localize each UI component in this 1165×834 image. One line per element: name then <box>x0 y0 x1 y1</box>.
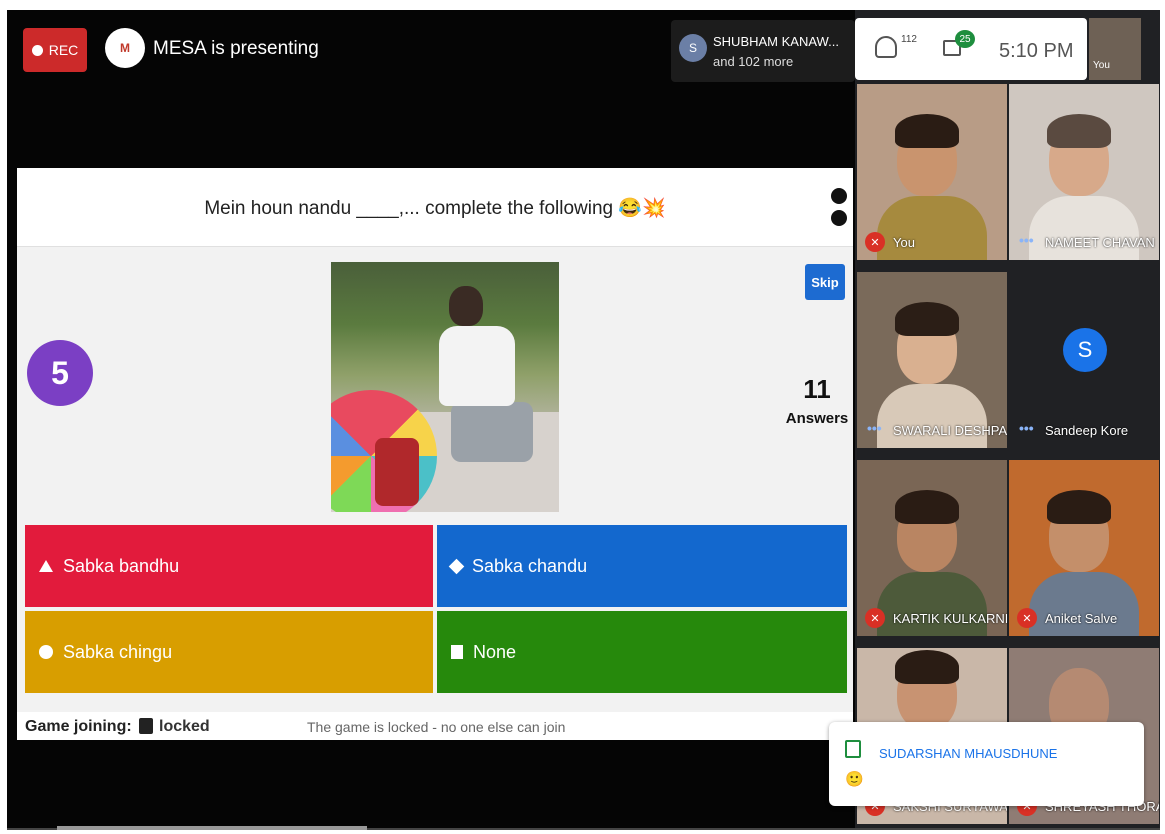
viewer-more: and 102 more <box>713 54 794 69</box>
game-footer: Game joining: locked The game is locked … <box>17 712 853 740</box>
rec-label: REC <box>48 42 79 58</box>
record-dot-icon <box>31 44 43 56</box>
participant-body <box>877 572 987 636</box>
image-person-head <box>449 286 483 326</box>
lock-icon <box>139 718 153 734</box>
answer-option-triangle[interactable]: Sabka bandhu <box>25 525 433 607</box>
chat-sender-name: SUDARSHAN MHAUSDHUNE <box>879 746 1058 761</box>
participant-hair <box>1047 114 1111 148</box>
participant-body <box>877 384 987 448</box>
menu-dot-icon[interactable] <box>831 210 847 226</box>
answer-label: None <box>473 641 517 662</box>
participant-tile[interactable]: ✕ You <box>857 84 1007 260</box>
self-view-label: You <box>1093 60 1110 71</box>
participant-body <box>1029 572 1139 636</box>
meet-window: REC M MESA is presenting S SHUBHAM KANAW… <box>7 10 1160 830</box>
image-bag <box>375 438 419 506</box>
answers-count: 11 <box>803 374 831 404</box>
answer-option-square[interactable]: None <box>437 611 847 693</box>
answer-label: Sabka bandhu <box>63 555 180 576</box>
participant-body <box>1029 196 1139 260</box>
question-image <box>331 262 559 512</box>
participant-name: KARTIK KULKARNI <box>893 611 1007 626</box>
participant-hair <box>895 114 959 148</box>
presenter-avatar: M <box>105 28 145 68</box>
participant-tile[interactable]: ••• NAMEET CHAVAN <box>1009 84 1159 260</box>
participant-avatar: S <box>1063 328 1107 372</box>
more-options-icon: ••• <box>1019 420 1034 436</box>
participant-tile[interactable]: S ••• Sandeep Kore <box>1009 272 1159 448</box>
presentation-area: REC M MESA is presenting S SHUBHAM KANAW… <box>7 10 855 830</box>
mic-off-icon: ✕ <box>865 608 885 628</box>
answer-option-circle[interactable]: Sabka chingu <box>25 611 433 693</box>
participant-name: Sandeep Kore <box>1045 423 1129 438</box>
circle-icon <box>39 645 53 659</box>
status-bar: 112 25 5:10 PM <box>855 18 1087 80</box>
presenting-label: MESA is presenting <box>153 38 319 59</box>
square-icon <box>451 645 463 659</box>
participant-hair <box>895 302 959 336</box>
people-icon[interactable] <box>875 36 897 58</box>
viewer-avatar: S <box>679 34 707 62</box>
answers-label: Answers <box>785 410 849 427</box>
question-text: Mein houn nandu ____,... complete the fo… <box>204 198 666 219</box>
triangle-icon <box>39 560 53 572</box>
participant-name: NAMEET CHAVAN <box>1045 235 1155 250</box>
answer-label: Sabka chingu <box>63 641 173 662</box>
participant-name: Aniket Salve <box>1045 611 1118 626</box>
answer-option-diamond[interactable]: Sabka chandu <box>437 525 847 607</box>
image-person-shirt <box>439 326 515 406</box>
participant-hair <box>895 650 959 684</box>
participant-name: You <box>893 235 915 250</box>
locked-status: locked <box>159 718 210 735</box>
question-bar: Mein houn nandu ____,... complete the fo… <box>17 168 853 247</box>
chat-icon <box>845 740 861 758</box>
countdown-timer: 5 <box>27 340 93 406</box>
diamond-icon <box>448 558 465 574</box>
mic-off-icon: ✕ <box>1017 608 1037 628</box>
participant-body <box>877 196 987 260</box>
viewers-pill[interactable]: S SHUBHAM KANAW... and 102 more <box>671 20 855 82</box>
participant-tile[interactable]: ✕ KARTIK KULKARNI <box>857 460 1007 636</box>
more-options-icon: ••• <box>1019 232 1034 248</box>
clock-time: 5:10 PM <box>999 40 1074 62</box>
chat-message: 🙂 <box>845 771 864 788</box>
participant-tile[interactable]: ✕ Aniket Salve <box>1009 460 1159 636</box>
chat-notification[interactable]: SUDARSHAN MHAUSDHUNE 🙂 <box>829 722 1144 806</box>
more-options-icon: ••• <box>867 420 882 436</box>
mic-off-icon: ✕ <box>865 232 885 252</box>
people-count: 112 <box>901 34 917 45</box>
chat-badge: 25 <box>955 30 975 48</box>
recording-button[interactable]: REC <box>23 28 87 72</box>
menu-dot-icon[interactable] <box>831 188 847 204</box>
participant-hair <box>895 490 959 524</box>
scrollbar[interactable] <box>57 826 367 830</box>
image-person-legs <box>451 402 533 462</box>
participant-name: SWARALI DESHPA... <box>893 423 1007 438</box>
participant-hair <box>1047 490 1111 524</box>
skip-button[interactable]: Skip <box>805 264 845 300</box>
participants-panel: 112 25 5:10 PM You ✕ You ••• NAMEET CHAV… <box>855 10 1160 830</box>
game-joining-label: Game joining: <box>25 718 132 735</box>
viewer-name: SHUBHAM KANAW... <box>713 34 839 49</box>
top-bar: REC M MESA is presenting S SHUBHAM KANAW… <box>7 10 855 86</box>
participant-tile[interactable]: ••• SWARALI DESHPA... <box>857 272 1007 448</box>
answer-label: Sabka chandu <box>472 555 588 576</box>
locked-note: The game is locked - no one else can joi… <box>307 719 566 735</box>
kahoot-game: Mein houn nandu ____,... complete the fo… <box>17 168 853 740</box>
